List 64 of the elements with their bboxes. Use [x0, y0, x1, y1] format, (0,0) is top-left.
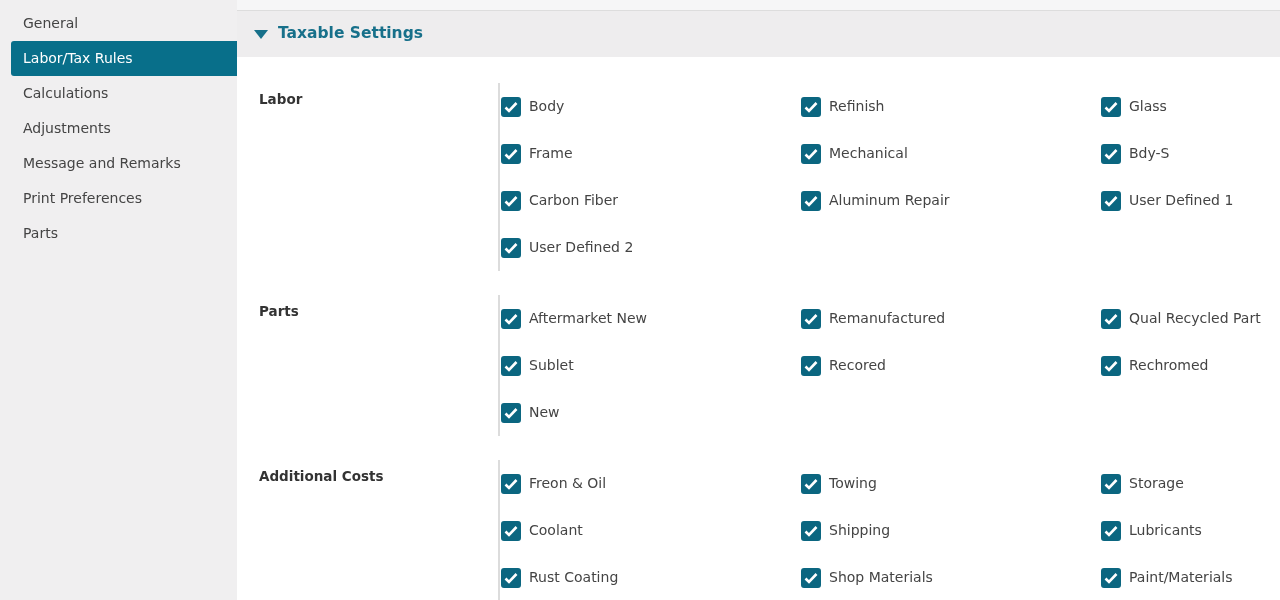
- checkbox-label: Remanufactured: [829, 309, 946, 328]
- checkbox[interactable]: [501, 473, 521, 494]
- checkbox-label: Shop Materials: [829, 568, 933, 587]
- group-label: Labor: [258, 90, 304, 109]
- checkbox[interactable]: [801, 96, 821, 117]
- checkbox[interactable]: [501, 402, 521, 423]
- sidebar-item[interactable]: Parts: [0, 216, 237, 251]
- checkbox[interactable]: [1101, 473, 1121, 494]
- checkbox-label: Coolant: [529, 521, 583, 540]
- checkbox-label: Body: [529, 97, 565, 116]
- checkbox[interactable]: [801, 567, 821, 588]
- checkbox[interactable]: [1101, 355, 1121, 376]
- checkbox-label: Rechromed: [1129, 356, 1209, 375]
- sidebar-item[interactable]: General: [0, 6, 237, 41]
- checkbox-label: Shipping: [829, 521, 891, 540]
- sidebar-item[interactable]: Print Preferences: [0, 181, 237, 216]
- checkbox[interactable]: [1101, 567, 1121, 588]
- sidebar-item[interactable]: Labor/Tax Rules: [11, 41, 237, 76]
- checkbox-label: Qual Recycled Part: [1129, 309, 1261, 328]
- checkbox[interactable]: [501, 143, 521, 164]
- checkbox-label: Recored: [829, 356, 886, 375]
- checkbox-label: Storage: [1129, 474, 1184, 493]
- checkbox-label: New: [529, 403, 560, 422]
- checkbox-label: Towing: [829, 474, 877, 493]
- checkbox-label: Refinish: [829, 97, 885, 116]
- checkbox-label: Freon & Oil: [529, 474, 607, 493]
- checkbox-label: Lubricants: [1129, 521, 1202, 540]
- checkbox[interactable]: [801, 355, 821, 376]
- checkbox-label: Paint/Materials: [1129, 568, 1233, 587]
- checkbox-label: User Defined 2: [529, 238, 634, 257]
- checkbox-label: Glass: [1129, 97, 1167, 116]
- checkbox[interactable]: [501, 520, 521, 541]
- checkbox[interactable]: [801, 190, 821, 211]
- sidebar-item[interactable]: Message and Remarks: [0, 146, 237, 181]
- checkbox[interactable]: [501, 355, 521, 376]
- checkbox[interactable]: [1101, 96, 1121, 117]
- caret-icon[interactable]: [254, 29, 268, 39]
- checkbox[interactable]: [501, 190, 521, 211]
- checkbox[interactable]: [501, 567, 521, 588]
- checkbox[interactable]: [1101, 190, 1121, 211]
- checkbox-label: User Defined 1: [1129, 191, 1234, 210]
- checkbox-label: Sublet: [529, 356, 574, 375]
- sidebar-item[interactable]: Adjustments: [0, 111, 237, 146]
- checkbox-label: Aluminum Repair: [829, 191, 950, 210]
- group-label: Additional Costs: [258, 467, 385, 486]
- section-title: Taxable Settings: [278, 23, 423, 45]
- checkbox-label: Frame: [529, 144, 573, 163]
- checkbox[interactable]: [801, 520, 821, 541]
- checkbox-label: Mechanical: [829, 144, 908, 163]
- checkbox[interactable]: [801, 143, 821, 164]
- checkbox[interactable]: [1101, 520, 1121, 541]
- sidebar-item[interactable]: Calculations: [0, 76, 237, 111]
- checkbox-label: Rust Coating: [529, 568, 619, 587]
- group-label: Parts: [258, 302, 300, 321]
- checkbox[interactable]: [1101, 308, 1121, 329]
- checkbox[interactable]: [801, 308, 821, 329]
- checkbox[interactable]: [501, 308, 521, 329]
- checkbox-label: Carbon Fiber: [529, 191, 619, 210]
- checkbox[interactable]: [1101, 143, 1121, 164]
- checkbox-label: Aftermarket New: [529, 309, 648, 328]
- checkbox[interactable]: [501, 237, 521, 258]
- checkbox[interactable]: [501, 96, 521, 117]
- checkbox-label: Bdy-S: [1129, 144, 1170, 163]
- checkbox[interactable]: [801, 473, 821, 494]
